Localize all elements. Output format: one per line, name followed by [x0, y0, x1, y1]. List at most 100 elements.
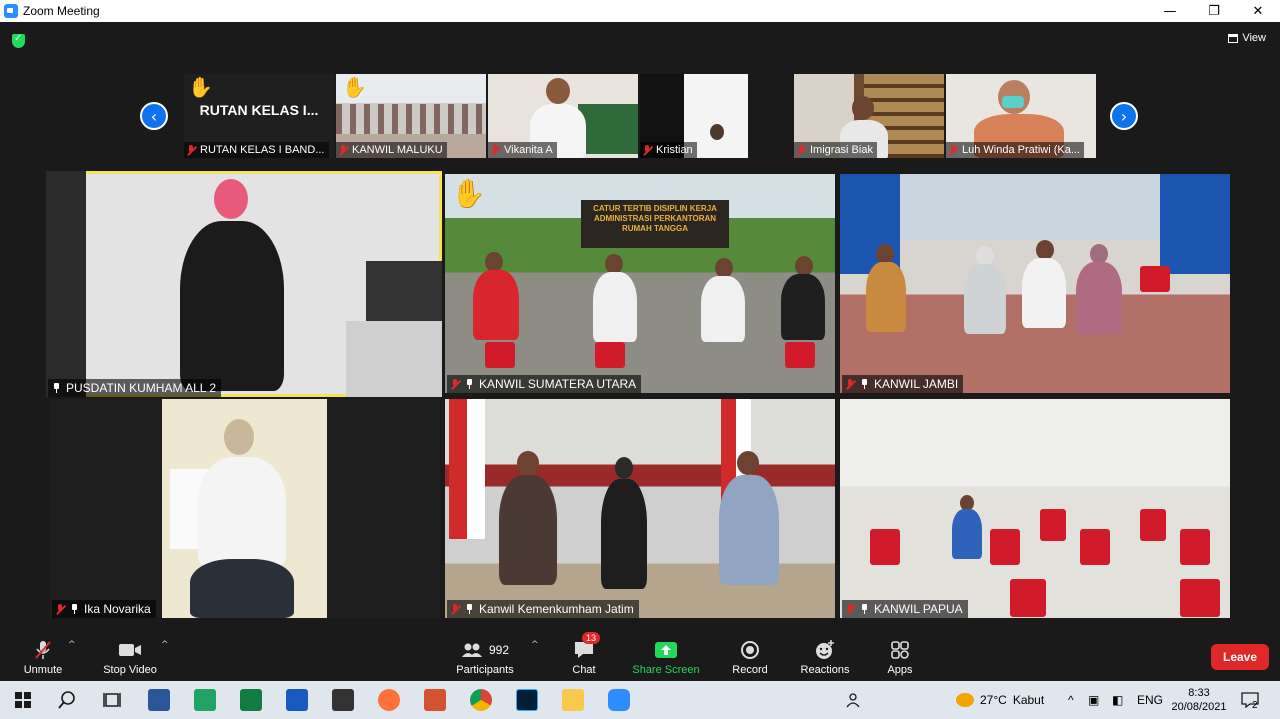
- people-icon[interactable]: [844, 681, 862, 719]
- excel-app-icon[interactable]: [240, 689, 262, 711]
- muted-mic-icon: [642, 144, 652, 156]
- leave-button[interactable]: Leave: [1211, 644, 1269, 670]
- network-icon[interactable]: ▣: [1088, 681, 1099, 719]
- view-grid-icon: [1228, 33, 1239, 43]
- notification-center-icon[interactable]: 2: [1240, 681, 1259, 719]
- reactions-label: Reactions: [800, 664, 850, 676]
- powerpoint-app-icon[interactable]: [424, 689, 446, 711]
- file-explorer-icon[interactable]: [562, 689, 584, 711]
- unmute-button[interactable]: Unmute: [18, 630, 68, 680]
- weather-temp: 27°C: [980, 693, 1007, 707]
- chat-unread-badge: 13: [582, 632, 601, 644]
- photoshop-app-icon[interactable]: [516, 689, 538, 711]
- apps-label: Apps: [887, 664, 913, 676]
- audio-options-caret-icon[interactable]: ^: [68, 640, 76, 650]
- volume-icon[interactable]: ◧: [1112, 681, 1123, 719]
- strip-thumb-5[interactable]: Luh Winda Pratiwi (Ka...: [946, 74, 1096, 158]
- muted-mic-icon: [845, 378, 855, 390]
- pin-icon: [859, 379, 869, 389]
- zoom-taskbar-icon[interactable]: [608, 689, 630, 711]
- chrome-app-icon[interactable]: [470, 689, 492, 711]
- gallery-tile-0[interactable]: PUSDATIN KUMHAM ALL 2: [46, 171, 442, 397]
- record-button[interactable]: Record: [728, 630, 772, 680]
- weather-sun-icon: [956, 693, 974, 707]
- pin-icon: [464, 379, 474, 389]
- muted-mic-icon: [55, 603, 65, 615]
- weather-widget[interactable]: 27°C Kabut: [956, 681, 1044, 719]
- chat-button[interactable]: 13 Chat: [566, 630, 602, 680]
- reactions-smiley-icon: [814, 639, 836, 661]
- strip-next-button[interactable]: ›: [1110, 102, 1138, 130]
- store-app-icon[interactable]: [332, 689, 354, 711]
- gallery-tile-3[interactable]: Ika Novarika: [50, 399, 440, 618]
- strip-thumb-big-name: RUTAN KELAS I...: [199, 102, 319, 118]
- strip-thumb-4[interactable]: Imigrasi Biak: [794, 74, 944, 158]
- gallery-tile-4[interactable]: Kanwil Kemenkumham Jatim: [445, 399, 835, 618]
- window-titlebar: Zoom Meeting — ❐ ✕: [0, 0, 1280, 22]
- gallery-tile-name: KANWIL JAMBI: [874, 377, 959, 391]
- language-indicator[interactable]: ENG: [1137, 681, 1163, 719]
- window-title: Zoom Meeting: [23, 4, 100, 18]
- task-view-icon[interactable]: [101, 689, 123, 711]
- pin-icon: [51, 383, 61, 393]
- muted-mic-icon: [796, 144, 806, 156]
- share-screen-button[interactable]: Share Screen: [630, 630, 702, 680]
- muted-mic-icon: [450, 603, 460, 615]
- strip-thumb-1[interactable]: ✋ KANWIL MALUKU: [336, 74, 486, 158]
- participants-icon: [461, 643, 482, 657]
- view-label: View: [1242, 32, 1266, 44]
- unmute-label: Unmute: [23, 664, 63, 676]
- windows-taskbar: 27°C Kabut ^ ▣ ◧ ENG 8:33 20/08/2021 2: [0, 681, 1280, 719]
- raised-hand-icon: ✋: [342, 77, 367, 99]
- pin-icon: [859, 604, 869, 614]
- excel-online-icon[interactable]: [194, 689, 216, 711]
- gallery-tile-5[interactable]: KANWIL PAPUA: [840, 399, 1230, 618]
- pin-icon: [464, 604, 474, 614]
- gallery-tile-1[interactable]: CATUR TERTIB DISIPLIN KERJA ADMINISTRASI…: [445, 174, 835, 393]
- firefox-app-icon[interactable]: [378, 689, 400, 711]
- gallery-tile-2[interactable]: KANWIL JAMBI: [840, 174, 1230, 393]
- banner-text: CATUR TERTIB DISIPLIN KERJA ADMINISTRASI…: [593, 204, 717, 233]
- share-screen-label: Share Screen: [632, 664, 700, 676]
- stop-video-label: Stop Video: [103, 664, 157, 676]
- view-button[interactable]: View: [1228, 32, 1266, 44]
- raised-hand-icon: ✋: [451, 178, 486, 209]
- encryption-shield-icon[interactable]: [12, 33, 25, 48]
- search-icon[interactable]: [56, 689, 78, 711]
- close-button[interactable]: ✕: [1236, 0, 1280, 22]
- participants-button[interactable]: 992 Participants: [452, 630, 518, 680]
- gallery-tile-name: PUSDATIN KUMHAM ALL 2: [66, 381, 217, 395]
- gallery-tile-name: Kanwil Kemenkumham Jatim: [479, 602, 634, 616]
- strip-thumb-3[interactable]: Kristian: [640, 74, 748, 158]
- video-camera-icon: [118, 639, 142, 661]
- clock[interactable]: 8:33 20/08/2021: [1170, 681, 1228, 719]
- strip-prev-button[interactable]: ‹: [140, 102, 168, 130]
- gallery-tile-name: KANWIL SUMATERA UTARA: [479, 377, 637, 391]
- strip-thumb-0[interactable]: ✋ RUTAN KELAS I... RUTAN KELAS I BAND...: [184, 74, 334, 158]
- show-hidden-icons-chevron-icon[interactable]: ^: [1068, 681, 1074, 719]
- clock-time: 8:33: [1188, 687, 1210, 699]
- restore-button[interactable]: ❐: [1192, 0, 1236, 22]
- record-label: Record: [732, 664, 768, 676]
- stop-video-button[interactable]: Stop Video: [98, 630, 162, 680]
- muted-mic-icon: [450, 378, 460, 390]
- notification-count: 2: [1252, 699, 1258, 711]
- muted-mic-icon: [338, 144, 348, 156]
- pin-icon: [69, 604, 79, 614]
- chat-label: Chat: [572, 664, 596, 676]
- participants-options-caret-icon[interactable]: ^: [531, 640, 539, 650]
- word-document-icon[interactable]: [286, 689, 308, 711]
- apps-button[interactable]: Apps: [882, 630, 918, 680]
- windows-start-icon[interactable]: [12, 689, 34, 711]
- gallery-tile-name: Ika Novarika: [84, 602, 151, 616]
- strip-thumb-2[interactable]: Vikanita A: [488, 74, 638, 158]
- reactions-button[interactable]: Reactions: [798, 630, 852, 680]
- video-options-caret-icon[interactable]: ^: [161, 640, 169, 650]
- share-screen-icon: [654, 639, 678, 661]
- raised-hand-icon: ✋: [188, 77, 213, 99]
- minimize-button[interactable]: —: [1148, 0, 1192, 22]
- gallery-tile-name: KANWIL PAPUA: [874, 602, 963, 616]
- muted-mic-icon: [490, 144, 500, 156]
- word-app-icon[interactable]: [148, 689, 170, 711]
- clock-date: 20/08/2021: [1171, 701, 1227, 713]
